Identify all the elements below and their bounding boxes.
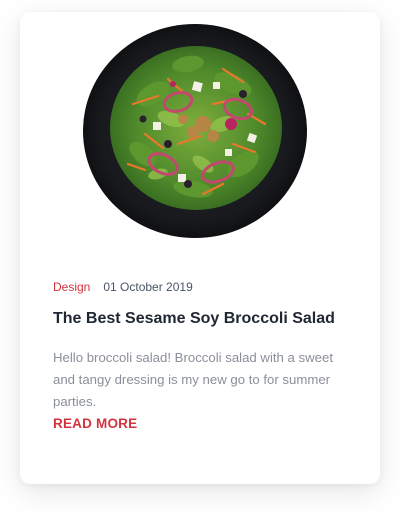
post-title[interactable]: The Best Sesame Soy Broccoli Salad	[53, 308, 353, 330]
salad-plate-illustration	[83, 24, 307, 238]
category-link[interactable]: Design	[53, 280, 90, 294]
salad-image[interactable]	[83, 24, 307, 238]
post-excerpt: Hello broccoli salad! Broccoli salad wit…	[53, 350, 333, 409]
post-date: 01 October 2019	[103, 280, 193, 294]
read-more-link[interactable]: READ MORE	[53, 416, 137, 431]
blog-post-card: Design 01 October 2019 The Best Sesame S…	[20, 12, 380, 484]
post-meta: Design 01 October 2019	[53, 280, 193, 294]
